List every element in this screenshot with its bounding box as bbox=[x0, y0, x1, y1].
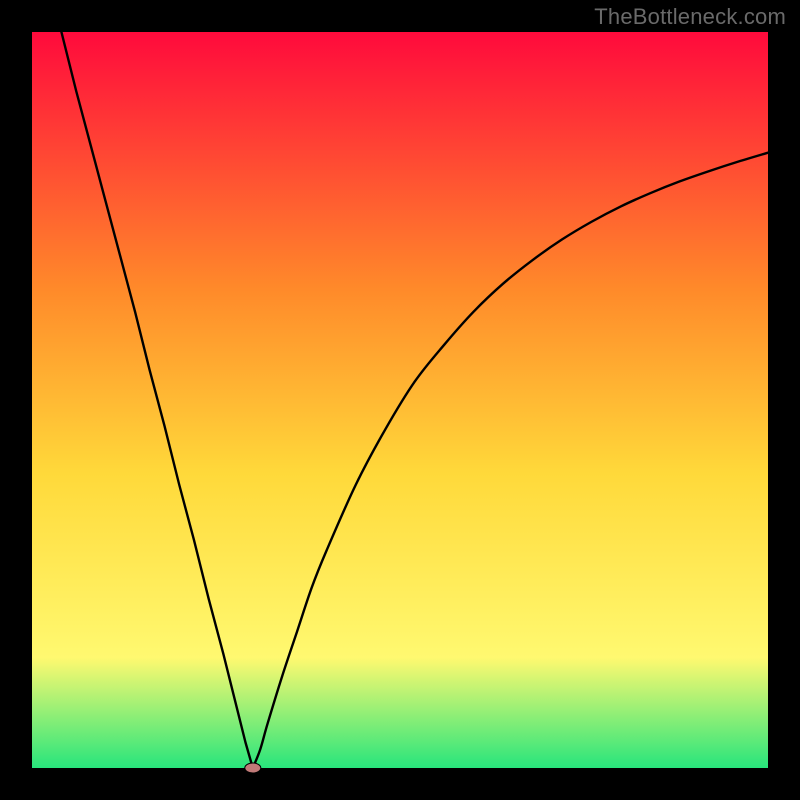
plot-background bbox=[32, 32, 768, 768]
chart-frame: TheBottleneck.com bbox=[0, 0, 800, 800]
watermark-label: TheBottleneck.com bbox=[594, 4, 786, 30]
minimum-marker bbox=[245, 763, 261, 773]
bottleneck-chart bbox=[0, 0, 800, 800]
